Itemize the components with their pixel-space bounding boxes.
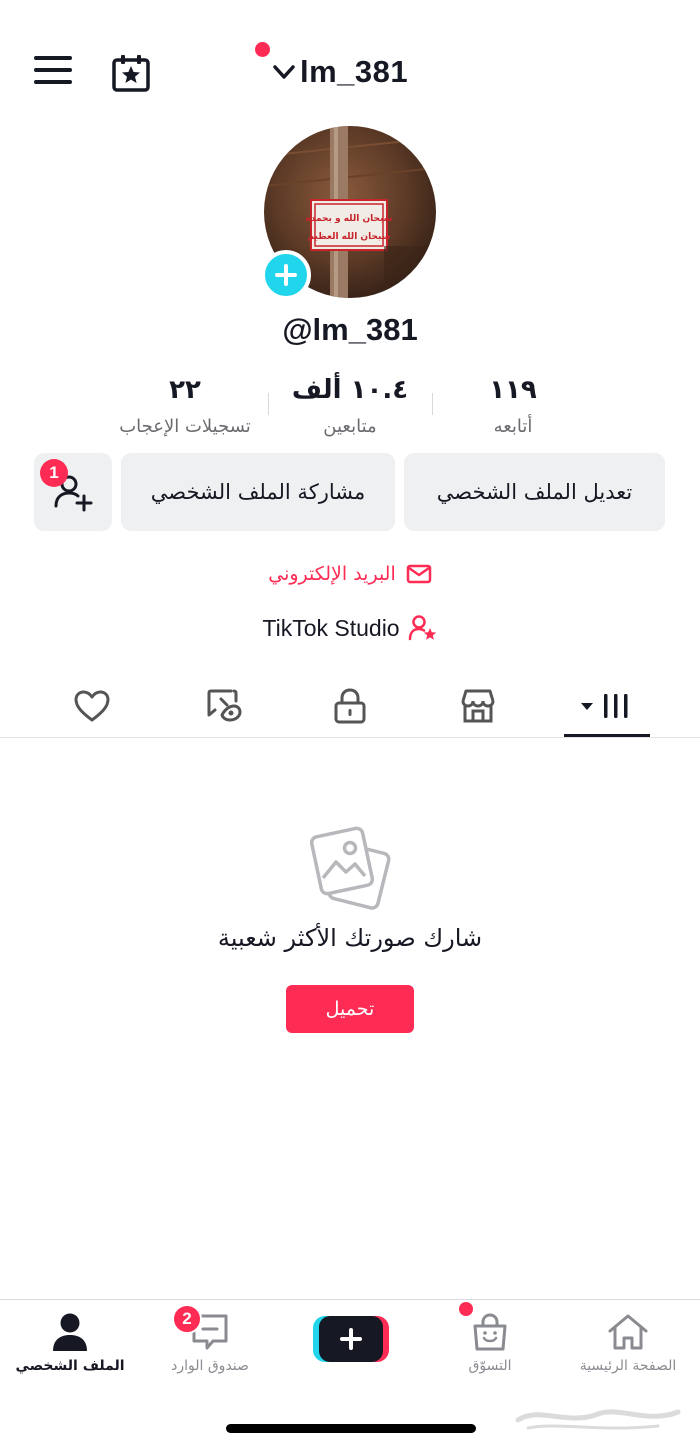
- followers-label: متابعين: [323, 416, 377, 437]
- hamburger-menu-icon[interactable]: [34, 56, 72, 90]
- grid-icon: [581, 694, 628, 718]
- edit-profile-button[interactable]: تعديل الملف الشخصي: [404, 453, 665, 531]
- person-star-icon: [408, 615, 436, 641]
- watermark-logo: [508, 1396, 688, 1436]
- home-indicator: [226, 1424, 476, 1433]
- avatar-sign-line1: سبحان الله و بحمده: [305, 214, 392, 224]
- followers-stat[interactable]: ١٠.٤ ألف متابعين: [265, 372, 435, 437]
- nav-home[interactable]: الصفحة الرئيسية: [558, 1306, 698, 1386]
- shop-notification-dot: [459, 1302, 473, 1316]
- person-icon: [53, 1313, 87, 1351]
- email-label: البريد الإلكتروني: [268, 563, 396, 585]
- tab-videos[interactable]: [557, 678, 657, 734]
- top-bar: lm_381: [0, 0, 700, 130]
- notification-dot: [255, 42, 270, 57]
- chevron-down-icon: [273, 65, 295, 79]
- inbox-badge: 2: [172, 1304, 202, 1334]
- calendar-star-icon[interactable]: [110, 52, 152, 94]
- bottom-nav-divider: [0, 1299, 700, 1300]
- email-link[interactable]: البريد الإلكتروني: [0, 563, 700, 585]
- nav-shop-label: التسوّق: [468, 1358, 512, 1374]
- store-icon: [461, 689, 495, 723]
- plus-icon: [313, 1316, 389, 1362]
- share-profile-button[interactable]: مشاركة الملف الشخصي: [121, 453, 395, 531]
- studio-label: TikTok Studio: [262, 614, 400, 641]
- account-switcher[interactable]: lm_381: [272, 52, 408, 92]
- lock-icon: [334, 688, 366, 724]
- nav-home-label: الصفحة الرئيسية: [579, 1358, 677, 1374]
- likes-stat[interactable]: ٢٢ تسجيلات الإعجاب: [100, 372, 270, 437]
- add-avatar-plus-icon[interactable]: [261, 250, 311, 300]
- tiktok-studio-link[interactable]: TikTok Studio: [0, 614, 700, 642]
- followers-count: ١٠.٤ ألف: [291, 375, 409, 405]
- nav-inbox[interactable]: صندوق الوارد: [140, 1306, 280, 1386]
- shopping-bag-icon: [473, 1313, 507, 1351]
- home-icon: [608, 1314, 648, 1350]
- avatar-sign-line2: سبحان الله العظيم: [308, 232, 391, 242]
- upload-button[interactable]: تحميل: [286, 985, 414, 1033]
- tab-liked[interactable]: [42, 678, 142, 734]
- empty-state-title: شارك صورتك الأكثر شعبية: [217, 924, 483, 952]
- photos-placeholder-icon: [309, 826, 394, 912]
- likes-label: تسجيلات الإعجاب: [119, 416, 251, 437]
- repost-icon: [207, 689, 242, 722]
- add-friends-badge: 1: [40, 459, 68, 487]
- nav-profile[interactable]: الملف الشخصي: [0, 1306, 140, 1386]
- profile-handle: @lm_381: [282, 312, 418, 347]
- following-count: ١١٩: [489, 375, 537, 405]
- heart-icon: [74, 690, 110, 722]
- nav-shop[interactable]: التسوّق: [420, 1306, 560, 1386]
- tab-reposts[interactable]: [174, 678, 274, 734]
- envelope-icon: [406, 564, 431, 584]
- header-username: lm_381: [300, 54, 409, 89]
- following-stat[interactable]: ١١٩ أتابعه: [428, 372, 598, 437]
- following-label: أتابعه: [493, 416, 533, 437]
- tabs-divider: [0, 737, 700, 738]
- tab-shop[interactable]: [428, 678, 528, 734]
- tab-private[interactable]: [300, 678, 400, 734]
- likes-count: ٢٢: [169, 375, 201, 405]
- nav-profile-label: الملف الشخصي: [15, 1358, 125, 1374]
- create-button[interactable]: [313, 1314, 389, 1364]
- nav-inbox-label: صندوق الوارد: [171, 1358, 249, 1374]
